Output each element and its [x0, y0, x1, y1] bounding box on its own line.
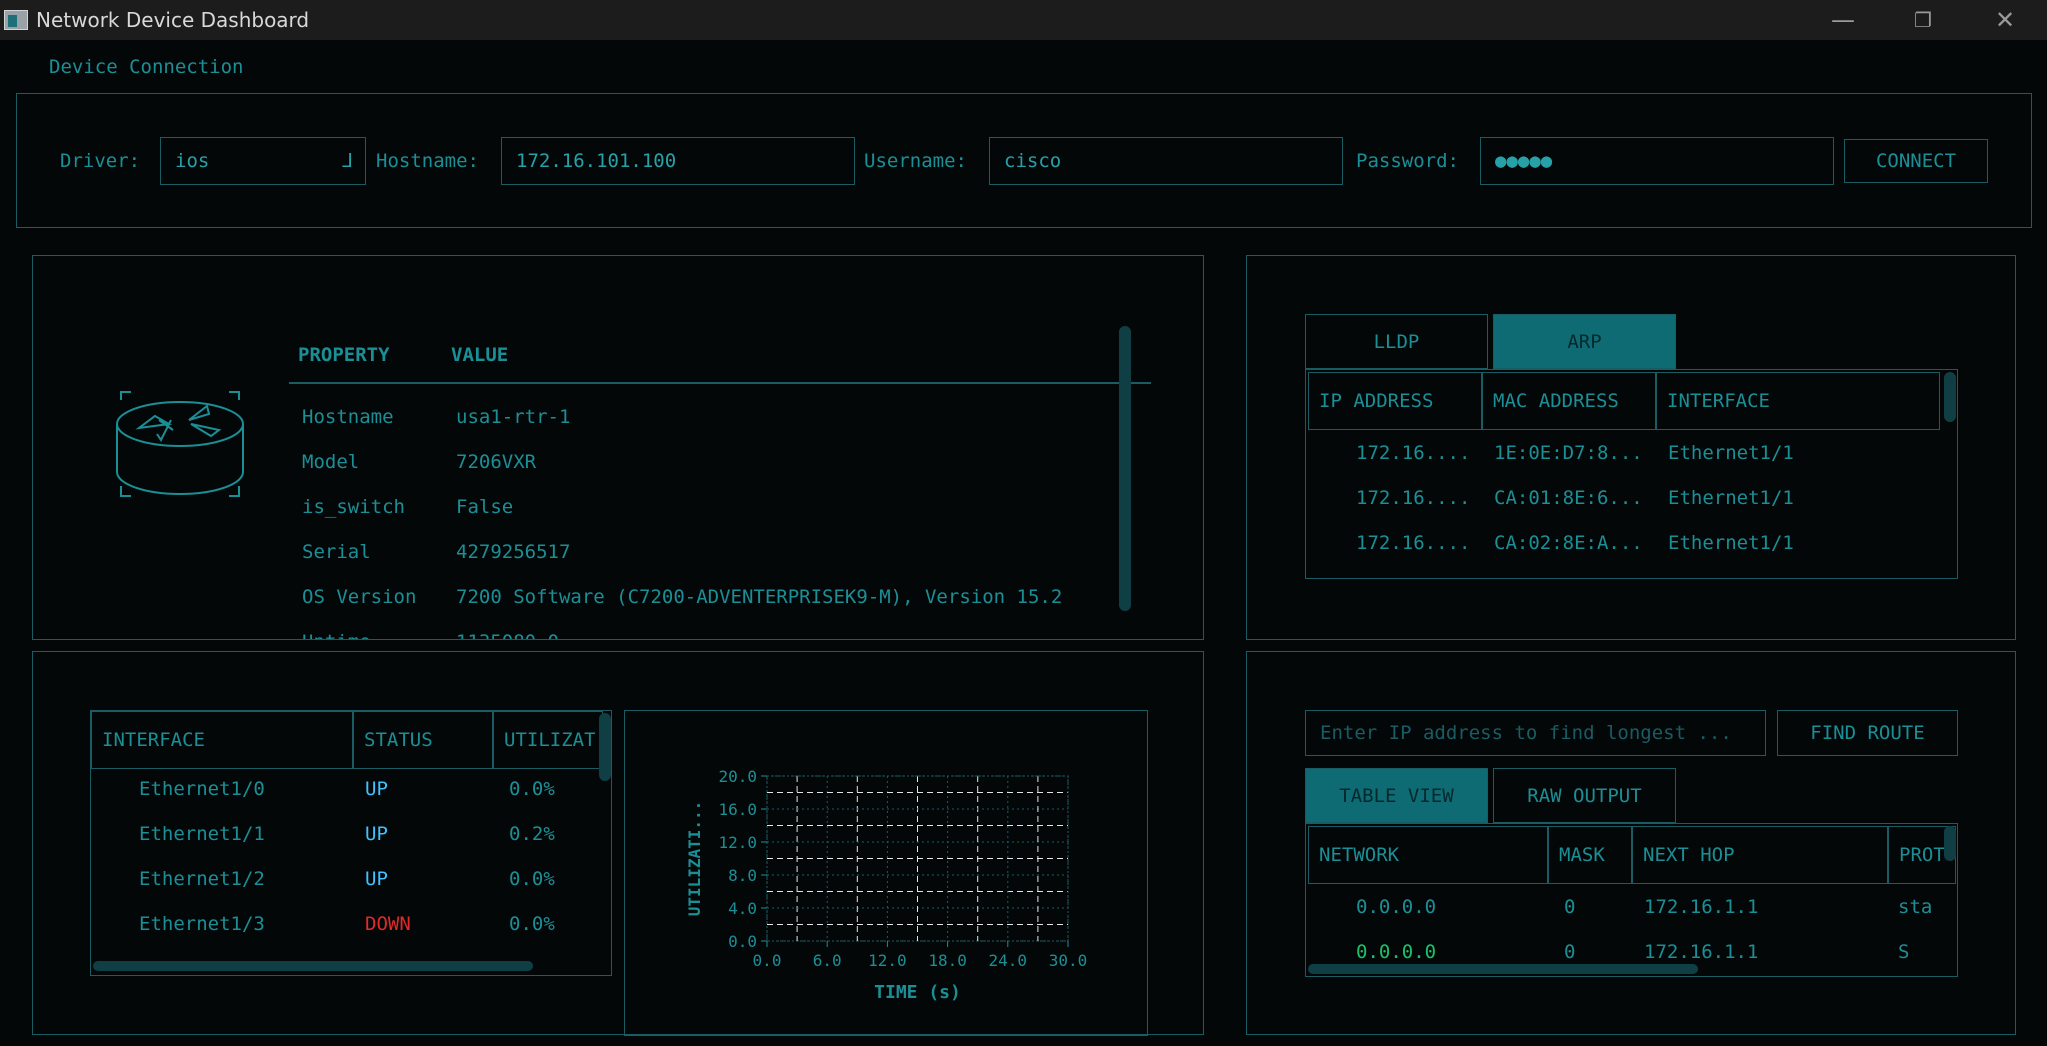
table-row: OS Version 7200 Software (C7200-ADVENTERP… — [302, 586, 1063, 608]
chart-xlabel: TIME (s) — [874, 982, 961, 1003]
table-row: Uptime1135080.0 — [302, 621, 1157, 639]
routes-hscrollbar[interactable] — [1308, 964, 1698, 974]
if-col-interface: INTERFACE — [91, 711, 353, 769]
routes-panel: Enter IP address to find longest ... FIN… — [1246, 651, 2016, 1035]
dropdown-arrow-icon: ⅃ — [342, 150, 353, 172]
restore-button[interactable]: ❐ — [1883, 0, 1963, 40]
interfaces-vscrollbar[interactable] — [599, 713, 611, 781]
facts-panel: PROPERTY VALUE Hostname usa1-rtr-1 Model 7… — [32, 255, 1204, 640]
tab-lldp[interactable]: LLDP — [1305, 314, 1488, 369]
y-tick-label: 0.0 — [728, 932, 757, 951]
x-tick-label: 24.0 — [989, 951, 1028, 970]
arp-scrollbar[interactable] — [1944, 372, 1956, 422]
table-row: is_switch False — [302, 496, 514, 518]
username-label: Username: — [864, 150, 967, 172]
x-tick-label: 18.0 — [928, 951, 967, 970]
utilization-chart-frame: 0.0 4.0 8.0 12.0 16.0 20.0 0.0 6.0 12.0 18.0 24.0… — [624, 710, 1148, 1036]
tab-arp[interactable]: ARP — [1493, 314, 1676, 369]
table-row: Ethernet1/1 UP 0.2% — [139, 823, 555, 845]
interfaces-hscrollbar[interactable] — [93, 961, 533, 971]
title-bar: Network Device Dashboard — ❐ ✕ — [0, 0, 2047, 40]
x-tick-label: 6.0 — [813, 951, 842, 970]
y-tick-label: 16.0 — [718, 800, 757, 819]
facts-col-value: VALUE — [451, 344, 509, 366]
facts-table: Hostname usa1-rtr-1 Model 7206VXR is_switc… — [302, 396, 1157, 639]
arp-table: IP ADDRESS MAC ADDRESS INTERFACE 172.16.… — [1305, 369, 1958, 579]
tab-table-view[interactable]: TABLE VIEW — [1305, 768, 1488, 823]
table-row: 0.0.0.0 0 172.16.1.1 sta — [1356, 896, 1933, 918]
connection-panel: Driver: ios ⅃ Hostname: 172.16.101.100 U… — [16, 93, 2032, 228]
y-tick-label: 4.0 — [728, 899, 757, 918]
driver-select[interactable]: ios ⅃ — [160, 137, 366, 185]
route-col-network: NETWORK — [1308, 826, 1548, 884]
table-row: Serial 4279256517 — [302, 541, 571, 563]
facts-scrollbar[interactable] — [1119, 326, 1131, 611]
table-row: Hostname usa1-rtr-1 — [302, 406, 571, 428]
arp-col-mac: MAC ADDRESS — [1482, 372, 1656, 430]
table-row: 172.16.... CA:01:8E:6... Ethernet1/1 — [1356, 487, 1794, 509]
y-tick-label: 12.0 — [718, 833, 757, 852]
username-field[interactable]: cisco — [989, 137, 1343, 185]
interfaces-panel: INTERFACE STATUS UTILIZAT Ethernet1/0 UP… — [32, 651, 1204, 1036]
password-label: Password: — [1356, 150, 1459, 172]
table-row: 172.16.... 1E:0E:D7:8... Ethernet1/1 — [1356, 442, 1794, 464]
x-tick-label: 0.0 — [753, 951, 782, 970]
utilization-chart: 0.0 4.0 8.0 12.0 16.0 20.0 0.0 6.0 12.0 18.0 24.0… — [685, 767, 1088, 1003]
route-col-next-hop: NEXT HOP — [1632, 826, 1888, 884]
if-col-status: STATUS — [353, 711, 493, 769]
section-title: Device Connection — [49, 56, 244, 78]
x-tick-label: 30.0 — [1049, 951, 1088, 970]
tab-raw-output[interactable]: RAW OUTPUT — [1493, 768, 1676, 823]
table-row: Ethernet1/3 DOWN 0.0% — [139, 913, 555, 935]
routes-table: NETWORK MASK NEXT HOP PROT 0.0.0.0 0 172… — [1305, 823, 1958, 977]
table-row: Ethernet1/0 UP 0.0% — [139, 778, 555, 800]
table-row: Ethernet1/2 UP 0.0% — [139, 868, 555, 890]
routes-vscrollbar[interactable] — [1944, 826, 1956, 861]
if-col-utilization: UTILIZAT — [493, 711, 603, 769]
facts-header-divider — [289, 382, 1151, 384]
find-route-button[interactable]: FIND ROUTE — [1777, 710, 1958, 756]
table-row: Model 7206VXR — [302, 451, 537, 473]
x-tick-label: 12.0 — [868, 951, 907, 970]
driver-value: ios — [175, 150, 210, 172]
table-row: 172.16.... CA:02:8E:A... Ethernet1/1 — [1356, 532, 1794, 554]
router-icon — [116, 391, 244, 497]
password-field[interactable]: ●●●●● — [1480, 137, 1834, 185]
app-icon — [4, 10, 28, 30]
hostname-label: Hostname: — [376, 150, 479, 172]
connect-button[interactable]: CONNECT — [1844, 139, 1988, 183]
window-title: Network Device Dashboard — [36, 8, 310, 32]
y-tick-label: 20.0 — [718, 767, 757, 786]
hostname-field[interactable]: 172.16.101.100 — [501, 137, 855, 185]
y-tick-label: 8.0 — [728, 866, 757, 885]
arp-col-interface: INTERFACE — [1656, 372, 1940, 430]
route-col-mask: MASK — [1548, 826, 1632, 884]
neighbors-panel: LLDP ARP IP ADDRESS MAC ADDRESS INTERFAC… — [1246, 255, 2016, 640]
interfaces-table: INTERFACE STATUS UTILIZAT Ethernet1/0 UP… — [90, 710, 612, 976]
chart-ylabel: UTILIZATI... — [685, 801, 704, 917]
route-search-input[interactable]: Enter IP address to find longest ... — [1305, 710, 1766, 756]
arp-col-ip: IP ADDRESS — [1308, 372, 1482, 430]
facts-col-property: PROPERTY — [298, 344, 390, 366]
close-button[interactable]: ✕ — [1965, 0, 2045, 40]
driver-label: Driver: — [60, 150, 141, 172]
minimize-button[interactable]: — — [1803, 0, 1883, 40]
